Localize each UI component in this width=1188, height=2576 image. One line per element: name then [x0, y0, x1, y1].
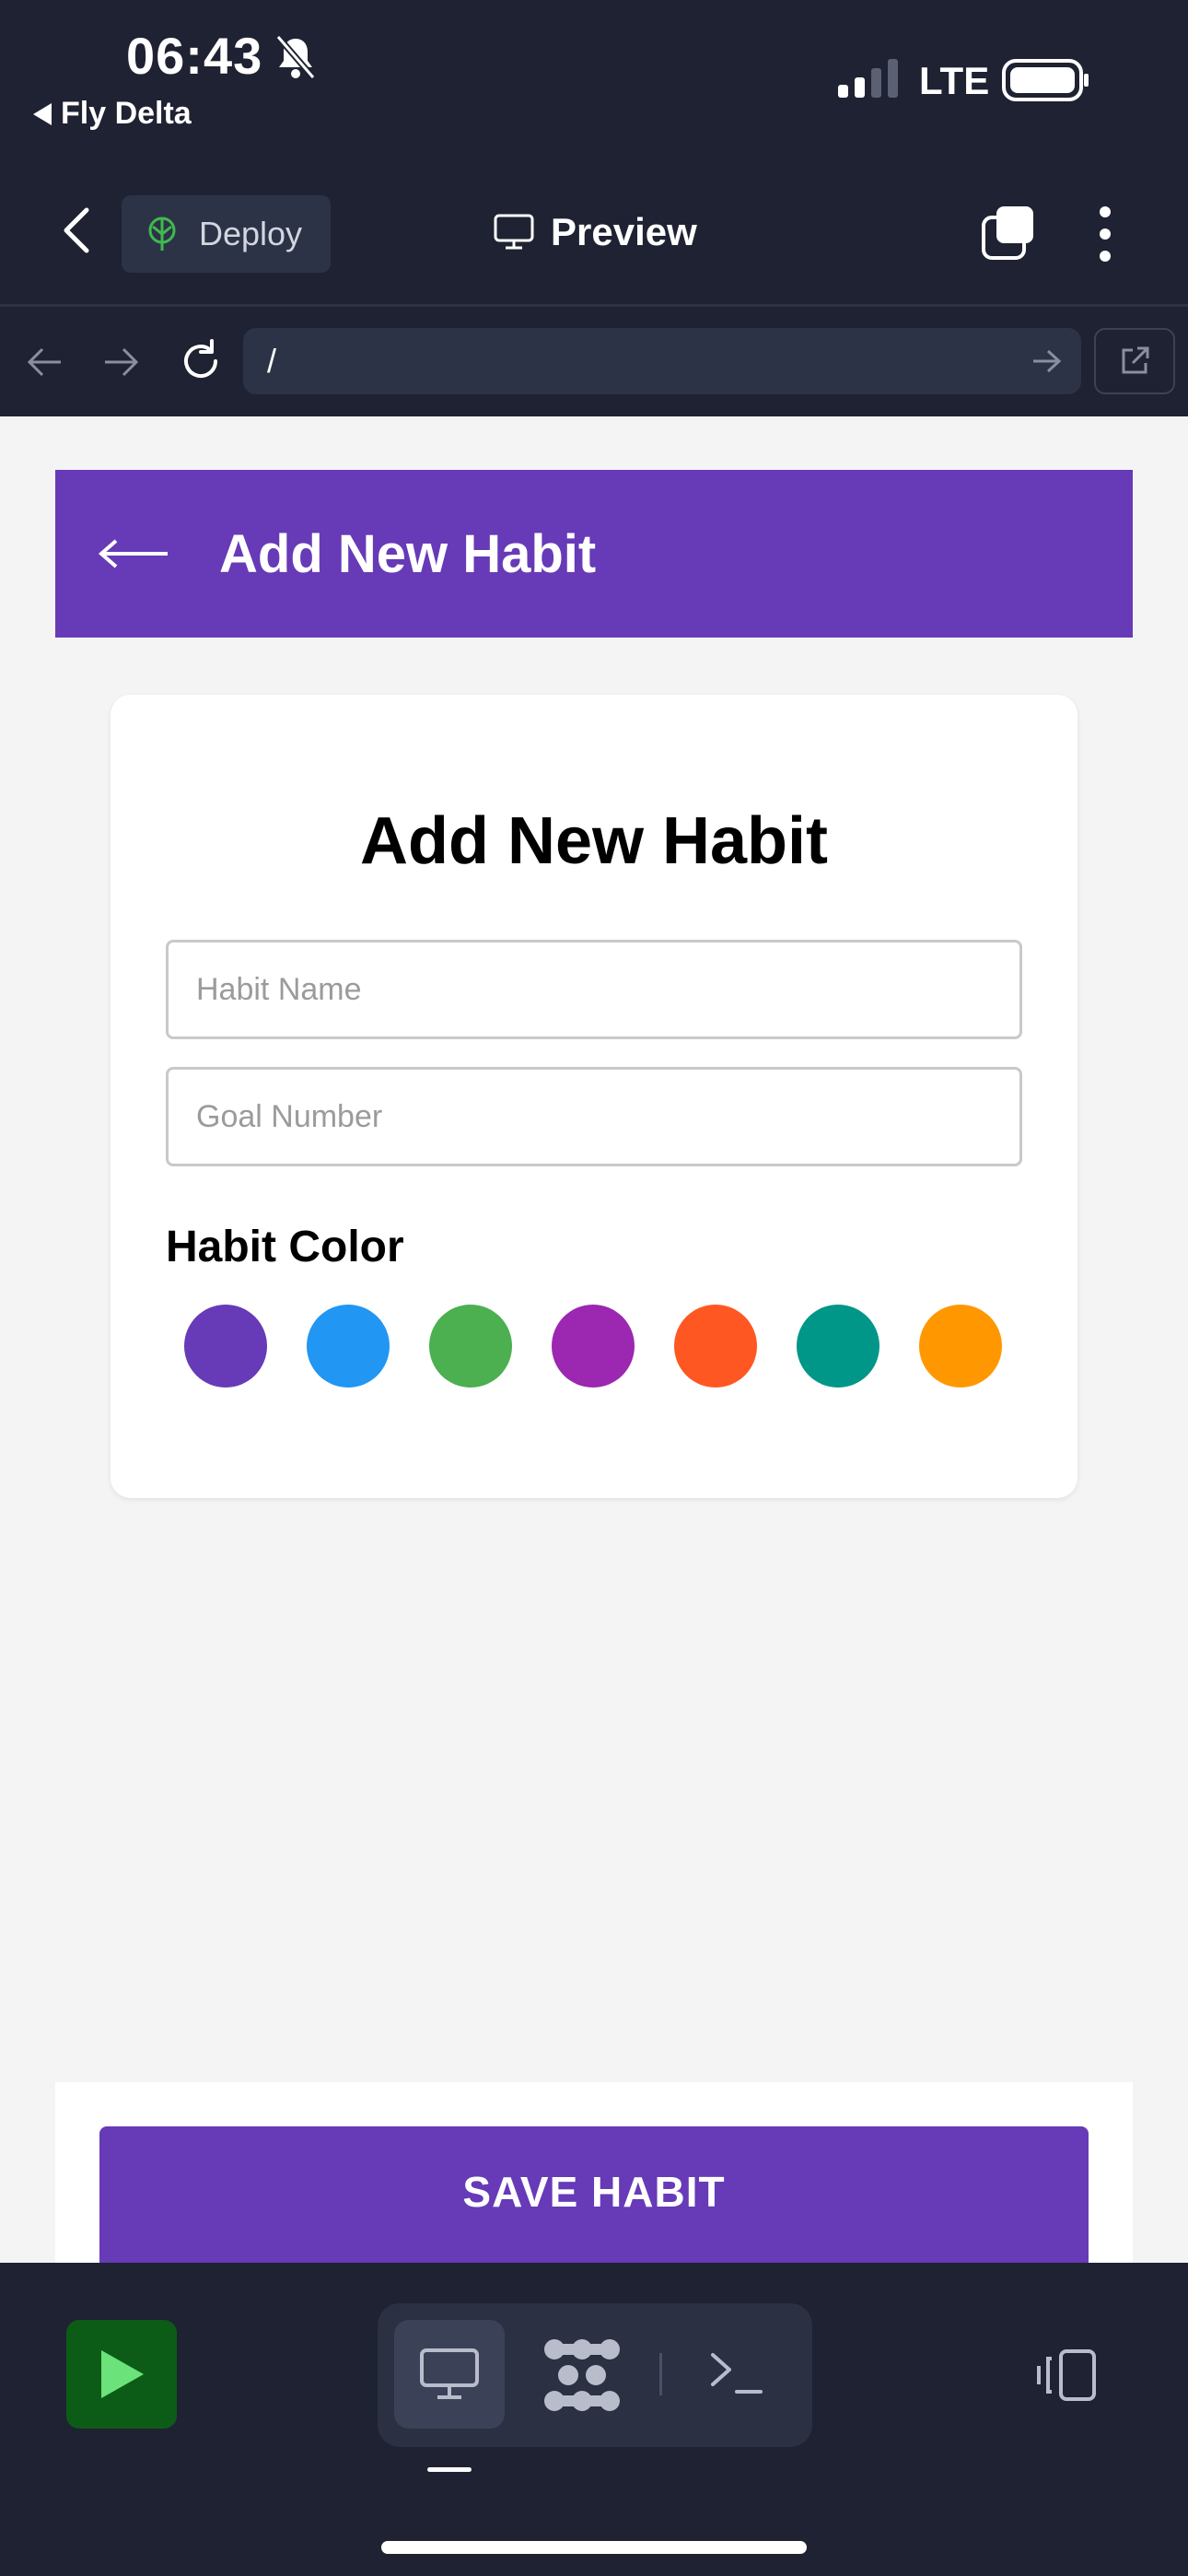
arrow-left-icon[interactable] [98, 535, 171, 572]
color-swatch-3[interactable] [429, 1305, 512, 1388]
color-swatch-2[interactable] [307, 1305, 390, 1388]
save-habit-button[interactable]: SAVE HABIT [99, 2126, 1089, 2274]
cellular-signal-icon [838, 59, 898, 98]
external-link-icon [1122, 346, 1149, 374]
preview-label: Preview [551, 210, 697, 253]
url-bar[interactable]: / [243, 328, 1081, 394]
back-app-label: Fly Delta [61, 96, 192, 131]
color-swatch-4[interactable] [552, 1305, 635, 1388]
tabs-icon[interactable] [980, 205, 1037, 262]
run-button[interactable] [66, 2320, 177, 2429]
go-arrow-icon[interactable] [1028, 345, 1065, 378]
form-title: Add New Habit [359, 804, 828, 878]
habit-form-card: Add New Habit Habit Color [111, 695, 1077, 1498]
monitor-icon [494, 214, 534, 250]
habit-name-input[interactable] [166, 940, 1022, 1039]
toolbar-divider [0, 304, 1188, 307]
color-swatch-list [184, 1305, 1002, 1388]
reload-icon[interactable] [177, 337, 225, 385]
home-indicator [381, 2541, 807, 2554]
status-time: 06:43 [126, 27, 263, 85]
more-options-icon[interactable] [1094, 205, 1116, 263]
deploy-button[interactable]: Deploy [122, 195, 331, 273]
color-swatch-7[interactable] [919, 1305, 1002, 1388]
back-to-app-link[interactable]: Fly Delta [33, 96, 192, 132]
terminal-icon[interactable] [709, 2348, 764, 2397]
back-triangle-icon [33, 102, 52, 125]
color-swatch-6[interactable] [797, 1305, 879, 1388]
active-view-indicator [427, 2467, 472, 2472]
open-external-button[interactable] [1094, 328, 1175, 394]
app-header-title: Add New Habit [219, 523, 597, 584]
agent-icon[interactable] [538, 2336, 626, 2414]
url-text: / [267, 342, 277, 380]
battery-icon [1002, 59, 1089, 101]
color-swatch-1[interactable] [184, 1305, 267, 1388]
browser-forward-icon[interactable] [99, 341, 142, 383]
deploy-label: Deploy [199, 215, 303, 252]
monitor-icon [420, 2348, 479, 2399]
browser-back-icon[interactable] [24, 341, 66, 383]
goal-number-input[interactable] [166, 1067, 1022, 1166]
preview-tab[interactable]: Preview [494, 210, 697, 254]
play-icon [101, 2350, 144, 2398]
deploy-icon [148, 217, 176, 251]
habit-color-label: Habit Color [166, 1223, 404, 1271]
network-type: LTE [919, 59, 990, 102]
switcher-divider [659, 2353, 662, 2395]
color-swatch-5[interactable] [674, 1305, 757, 1388]
device-layout-icon[interactable] [1033, 2348, 1100, 2403]
preview-view-button[interactable] [394, 2320, 505, 2429]
chevron-left-icon[interactable] [57, 205, 94, 256]
bell-muted-icon [275, 34, 316, 80]
app-header: Add New Habit [55, 470, 1133, 638]
